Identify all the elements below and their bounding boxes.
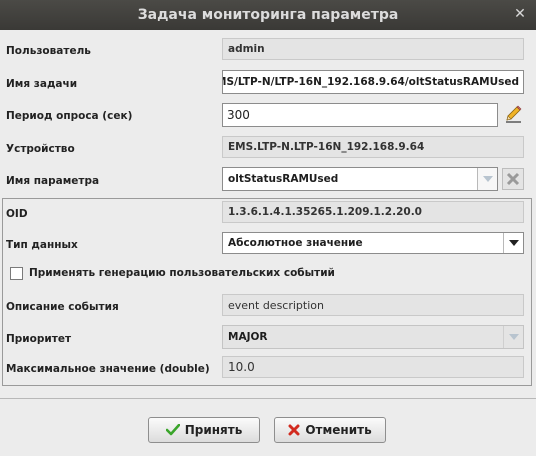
user-field: admin <box>222 38 524 60</box>
user-events-checkbox[interactable] <box>10 267 23 280</box>
task-name-input[interactable]: EMS/LTP-N/LTP-16N_192.168.9.64/oltStatus… <box>222 70 524 94</box>
close-icon[interactable]: ✕ <box>512 6 528 22</box>
data-type-value: Абсолютное значение <box>228 237 363 249</box>
chevron-down-icon[interactable] <box>477 168 497 190</box>
device-field: EMS.LTP-N.LTP-16N_192.168.9.64 <box>222 136 524 158</box>
poll-period-input[interactable]: 300 <box>222 103 498 127</box>
param-name-value: oltStatusRAMUsed <box>228 173 339 185</box>
param-name-label: Имя параметра <box>6 175 100 187</box>
chevron-down-icon[interactable] <box>503 326 523 348</box>
user-events-label: Применять генерацию пользовательских соб… <box>29 267 335 279</box>
max-value-label: Максимальное значение (double) <box>6 363 210 375</box>
footer-divider <box>0 398 536 399</box>
poll-period-value: 300 <box>227 108 250 122</box>
chevron-down-icon[interactable] <box>503 233 523 253</box>
task-name-value: EMS/LTP-N/LTP-16N_192.168.9.64/oltStatus… <box>222 76 519 88</box>
priority-combo[interactable]: MAJOR <box>222 325 524 349</box>
user-label: Пользователь <box>6 45 91 57</box>
poll-period-label: Период опроса (сек) <box>6 110 133 122</box>
param-name-combo[interactable]: oltStatusRAMUsed <box>222 167 498 191</box>
priority-value: MAJOR <box>228 331 268 343</box>
priority-label: Приоритет <box>6 333 72 345</box>
pencil-icon[interactable] <box>502 103 524 125</box>
title-bar[interactable]: Задача мониторинга параметра ✕ <box>0 0 536 30</box>
clear-x-icon[interactable] <box>502 168 524 190</box>
data-type-label: Тип данных <box>6 239 78 251</box>
device-label: Устройство <box>6 143 75 155</box>
checkmark-icon <box>165 424 180 436</box>
oid-field: 1.3.6.1.4.1.35265.1.209.1.2.20.0 <box>222 201 524 223</box>
accept-button[interactable]: Принять <box>148 417 260 443</box>
event-description-field: event description <box>222 294 524 316</box>
cancel-button[interactable]: Отменить <box>274 417 386 443</box>
accept-label: Принять <box>184 423 243 437</box>
oid-label: OID <box>6 208 28 220</box>
cancel-x-icon <box>288 424 300 436</box>
event-description-label: Описание события <box>6 301 119 313</box>
max-value-field: 10.0 <box>222 356 524 378</box>
cancel-label: Отменить <box>305 423 372 437</box>
window-title: Задача мониторинга параметра <box>137 7 399 23</box>
dialog-window: Задача мониторинга параметра ✕ Пользоват… <box>0 0 536 456</box>
task-name-label: Имя задачи <box>6 78 78 90</box>
data-type-combo[interactable]: Абсолютное значение <box>222 232 524 254</box>
